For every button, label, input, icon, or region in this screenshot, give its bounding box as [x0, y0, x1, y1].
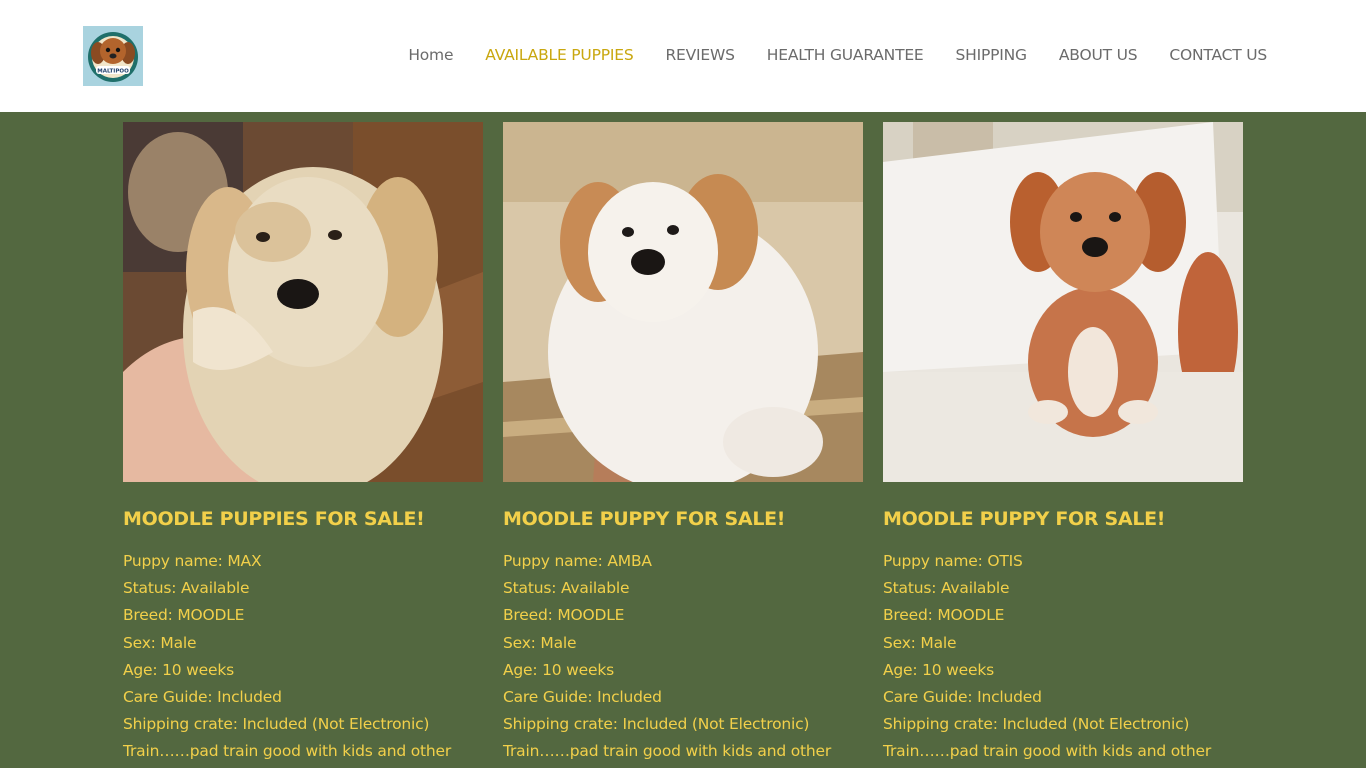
puppy-name: Puppy name: AMBA — [503, 552, 652, 570]
puppy-status: Status: Available — [883, 579, 1010, 598]
puppy-training: Train……pad train good with kids and othe… — [503, 742, 831, 761]
puppy-photo[interactable] — [883, 122, 1243, 482]
puppy-shipping-crate: Shipping crate: Included (Not Electronic… — [123, 715, 430, 734]
nav-about-us[interactable]: ABOUT US — [1059, 44, 1138, 66]
puppy-name: Puppy name: MAX — [123, 552, 262, 570]
nav-reviews[interactable]: REVIEWS — [665, 44, 734, 66]
puppy-age: Age: 10 weeks — [123, 660, 234, 679]
puppy-breed: Breed: MOODLE — [123, 606, 245, 625]
nav-available-puppies[interactable]: AVAILABLE PUPPIES — [485, 44, 633, 66]
puppy-card-title: MOODLE PUPPIES FOR SALE! — [123, 508, 425, 530]
nav-contact-us[interactable]: CONTACT US — [1169, 44, 1267, 66]
puppy-name: Puppy name: OTIS — [883, 552, 1023, 570]
puppy-shipping-crate: Shipping crate: Included (Not Electronic… — [883, 715, 1190, 734]
nav-shipping[interactable]: SHIPPING — [956, 44, 1028, 66]
puppy-age: Age: 10 weeks — [503, 660, 614, 679]
maltipoo-logo[interactable]: MALTIPOO — [83, 26, 143, 86]
puppy-photo[interactable] — [123, 122, 483, 482]
puppy-details: Puppy name: OTIS Status: Available Breed… — [883, 548, 1243, 766]
puppy-card: MOODLE PUPPIES FOR SALE! Puppy name: MAX… — [123, 122, 483, 766]
puppy-status: Status: Available — [123, 579, 250, 598]
puppy-listing: MOODLE PUPPIES FOR SALE! Puppy name: MAX… — [123, 122, 1243, 766]
puppy-care-guide: Care Guide: Included — [883, 688, 1042, 707]
site-header: MALTIPOO Home AVAILABLE PUPPIES REVIEWS … — [0, 0, 1366, 112]
puppy-photo[interactable] — [503, 122, 863, 482]
puppy-sex: Sex: Male — [123, 633, 197, 652]
main-navigation: Home AVAILABLE PUPPIES REVIEWS HEALTH GU… — [408, 44, 1267, 66]
puppy-sex: Sex: Male — [503, 633, 577, 652]
puppy-card: MOODLE PUPPY FOR SALE! Puppy name: AMBA … — [503, 122, 863, 766]
puppy-age: Age: 10 weeks — [883, 660, 994, 679]
nav-home[interactable]: Home — [408, 44, 453, 66]
puppy-details: Puppy name: AMBA Status: Available Breed… — [503, 548, 863, 766]
puppy-breed: Breed: MOODLE — [503, 606, 625, 625]
puppy-card: MOODLE PUPPY FOR SALE! Puppy name: OTIS … — [883, 122, 1243, 766]
puppy-care-guide: Care Guide: Included — [123, 688, 282, 707]
puppy-card-title: MOODLE PUPPY FOR SALE! — [503, 508, 786, 530]
puppy-sex: Sex: Male — [883, 633, 957, 652]
puppy-shipping-crate: Shipping crate: Included (Not Electronic… — [503, 715, 810, 734]
puppy-breed: Breed: MOODLE — [883, 606, 1005, 625]
puppy-training: Train……pad train good with kids and othe… — [123, 742, 451, 761]
logo-text: MALTIPOO — [97, 69, 129, 75]
puppy-care-guide: Care Guide: Included — [503, 688, 662, 707]
puppy-details: Puppy name: MAX Status: Available Breed:… — [123, 548, 483, 766]
nav-health-guarantee[interactable]: HEALTH GUARANTEE — [767, 44, 924, 66]
puppy-card-title: MOODLE PUPPY FOR SALE! — [883, 508, 1166, 530]
puppy-status: Status: Available — [503, 579, 630, 598]
puppy-training: Train……pad train good with kids and othe… — [883, 742, 1211, 761]
